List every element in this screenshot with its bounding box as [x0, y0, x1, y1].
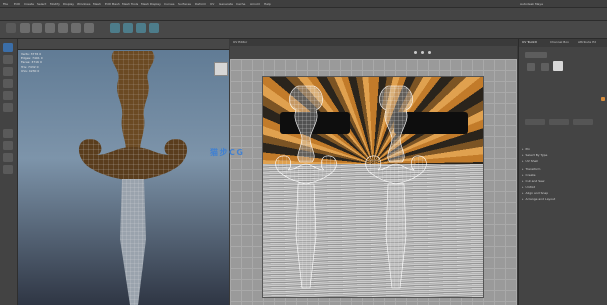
tab-channel-box[interactable]: Channel Box [550, 40, 569, 44]
menu-uv[interactable]: UV [210, 2, 214, 6]
reset-button[interactable] [549, 119, 569, 125]
search-field[interactable] [525, 52, 547, 58]
app-title: Autodesk Maya [520, 1, 544, 6]
menu-cache[interactable]: Cache [236, 2, 245, 6]
menu-edit-mesh[interactable]: Edit Mesh [105, 2, 120, 6]
isolate-icon[interactable] [414, 51, 417, 54]
menu-file[interactable]: File [3, 2, 8, 6]
select-mode-icon[interactable] [527, 63, 535, 71]
outliner-layout-icon[interactable] [3, 165, 13, 174]
menu-windows[interactable]: Windows [77, 2, 90, 6]
pin-color-swatch[interactable] [601, 97, 605, 101]
face-mode-icon[interactable] [541, 63, 549, 71]
close-button[interactable] [573, 119, 593, 125]
uv-editor-toolbar [230, 46, 517, 60]
menu-bar: File Edit Create Select Modify Display W… [0, 0, 607, 8]
section-cut-and-sew[interactable]: ▸ Cut and Sew [522, 179, 544, 183]
menu-mesh[interactable]: Mesh [93, 2, 101, 6]
scale-tool-icon[interactable] [3, 103, 13, 112]
shaded-uv-icon[interactable] [428, 51, 431, 54]
sphere-icon[interactable] [32, 23, 42, 33]
panel-tabs: UV Toolkit Channel Box Attribute Ed [519, 39, 607, 47]
sword-model[interactable] [18, 39, 229, 305]
menu-surfaces[interactable]: Surfaces [178, 2, 191, 6]
menu-mesh-tools[interactable]: Mesh Tools [122, 2, 138, 6]
uv-tile-border [262, 76, 484, 298]
uv-editor-title: UV Editor [230, 39, 517, 46]
paint-select-icon[interactable] [3, 67, 13, 76]
section-align-and-snap[interactable]: ▸ Align and Snap [522, 191, 548, 195]
status-line [0, 8, 607, 21]
apply-button[interactable] [525, 119, 545, 125]
multi-cut-icon[interactable] [110, 23, 120, 33]
torus-icon[interactable] [71, 23, 81, 33]
plane-icon[interactable] [58, 23, 68, 33]
cylinder-icon[interactable] [45, 23, 55, 33]
section-select-by-type[interactable]: ▸ Select By Type [522, 153, 547, 157]
bevel-icon[interactable] [136, 23, 146, 33]
menu-help[interactable]: Help [264, 2, 271, 6]
menu-arnold[interactable]: Arnold [250, 2, 260, 6]
menu-mesh-display[interactable]: Mesh Display [141, 2, 161, 6]
tab-uv-toolkit[interactable]: UV Toolkit [522, 40, 537, 44]
checker-icon[interactable] [421, 51, 424, 54]
tab-attribute-editor[interactable]: Attribute Ed [578, 40, 596, 44]
menu-select[interactable]: Select [37, 2, 46, 6]
combine-icon[interactable] [84, 23, 94, 33]
section-uv-shell[interactable]: ▸ UV Shell [522, 159, 538, 163]
toolbox [0, 39, 18, 305]
watermark-text: 猫步CG [210, 148, 245, 157]
shelf-tab-icon[interactable] [6, 23, 16, 33]
menu-deform[interactable]: Deform [195, 2, 206, 6]
menu-curves[interactable]: Curves [164, 2, 174, 6]
section-unfold[interactable]: ▸ Unfold [522, 185, 535, 189]
uv-shell-mode-icon[interactable] [553, 61, 563, 71]
section-transform[interactable]: ▸ Transform [522, 167, 540, 171]
menu-create[interactable]: Create [24, 2, 34, 6]
perspective-viewport[interactable]: Verts: 3776 0 Edges: 7491 0 Faces: 3716 … [18, 39, 229, 305]
section-arrange-and-layout[interactable]: ▸ Arrange and Layout [522, 197, 555, 201]
menu-display[interactable]: Display [63, 2, 74, 6]
uv-toolkit-panel: UV Toolkit Channel Box Attribute Ed ▸ Pin… [518, 39, 607, 305]
section-pin[interactable]: ▸ Pin [522, 147, 530, 151]
side-by-side-view-icon[interactable] [3, 153, 13, 162]
rotate-tool-icon[interactable] [3, 91, 13, 100]
select-tool-icon[interactable] [3, 43, 13, 52]
move-tool-icon[interactable] [3, 79, 13, 88]
section-create[interactable]: ▸ Create [522, 173, 535, 177]
four-view-icon[interactable] [3, 141, 13, 150]
bridge-icon[interactable] [149, 23, 159, 33]
cube-icon[interactable] [20, 23, 30, 33]
extrude-icon[interactable] [123, 23, 133, 33]
menu-generate[interactable]: Generate [219, 2, 233, 6]
menu-edit[interactable]: Edit [14, 2, 20, 6]
single-view-icon[interactable] [3, 129, 13, 138]
menu-modify[interactable]: Modify [50, 2, 60, 6]
lasso-tool-icon[interactable] [3, 55, 13, 64]
